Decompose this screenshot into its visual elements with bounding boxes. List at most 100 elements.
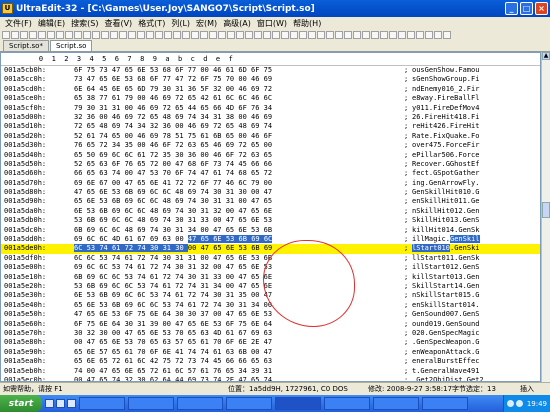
menu-help[interactable]: 帮助(H)	[290, 18, 324, 29]
row-ascii[interactable]: ePillar506.Force	[412, 151, 479, 160]
row-ascii[interactable]: enSkillStart014.	[412, 301, 479, 310]
hex-row[interactable]: 001a5ce0h: 65 38 77 61 79 00 46 69 72 65 …	[1, 94, 540, 103]
hex-byte[interactable]: 6C	[87, 235, 100, 243]
hex-byte[interactable]: 69	[74, 235, 87, 243]
hex-row[interactable]: 001a5d70h: 69 6E 67 00 47 65 6E 41 72 72 …	[1, 179, 540, 188]
row-ascii[interactable]: 020.GenSpecMagic	[412, 329, 479, 338]
row-ascii[interactable]: .GenSpecWeapon.G	[412, 338, 479, 347]
toolbar-button-icon[interactable]	[290, 31, 298, 39]
row-hex-bytes[interactable]: 79 30 31 31 00 46 69 72 65 44 65 66 4D 6…	[74, 104, 404, 113]
row-hex-bytes[interactable]: 65 6E 53 6B 69 6C 6C 53 74 61 72 74 30 3…	[74, 301, 404, 310]
hex-row[interactable]: 001a5d50h: 52 65 63 6F 76 65 72 00 47 68 …	[1, 160, 540, 169]
toolbar-button-icon[interactable]	[2, 31, 10, 39]
row-ascii[interactable]: reHit426.FireHit	[412, 122, 479, 131]
hex-byte[interactable]: 6E	[226, 244, 239, 252]
toolbar-button-icon[interactable]	[119, 31, 127, 39]
menu-view[interactable]: 查看(V)	[101, 18, 135, 29]
toolbar-button-icon[interactable]	[11, 31, 19, 39]
hex-row[interactable]: 001a5ea0h: 65 6E 65 72 61 6C 42 75 72 73 …	[1, 357, 540, 366]
toolbar-button-icon[interactable]	[380, 31, 388, 39]
row-ascii[interactable]: ndEnemy016_2.Fir	[412, 85, 479, 94]
row-ascii[interactable]: lStart010.GenSki	[412, 244, 480, 253]
toolbar-button-icon[interactable]	[65, 31, 73, 39]
toolbar-button-icon[interactable]	[20, 31, 28, 39]
row-hex-bytes[interactable]: 69 6C 6C 53 74 61 72 74 30 31 32 00 47 6…	[74, 263, 404, 272]
app-icon[interactable]: U	[2, 3, 13, 14]
row-ascii[interactable]: 26.FireHit418.Fi	[412, 113, 479, 122]
row-ascii[interactable]: ing.GenArrowFly.	[412, 179, 479, 188]
hex-byte[interactable]: 61	[125, 235, 138, 243]
hex-byte[interactable]: 63	[163, 235, 176, 243]
menu-window[interactable]: 窗口(W)	[254, 18, 290, 29]
hex-byte[interactable]: 31	[162, 244, 176, 253]
row-hex-bytes[interactable]: 6E 53 6B 69 6C 6C 53 74 61 72 74 30 31 3…	[74, 291, 404, 300]
hex-row[interactable]: 001a5e20h: 53 6B 69 6C 6C 53 74 61 72 74 …	[1, 282, 540, 291]
hex-byte[interactable]: 69	[251, 235, 264, 244]
hex-byte[interactable]: 4D	[112, 235, 125, 243]
row-ascii[interactable]: over475.ForceFir	[412, 141, 479, 150]
hex-byte[interactable]: 30	[175, 244, 188, 253]
menu-macro[interactable]: 宏(M)	[193, 18, 220, 29]
row-hex-bytes[interactable]: 6B 69 6C 6C 53 74 61 72 74 30 31 33 00 4…	[74, 273, 404, 282]
toolbar-button-icon[interactable]	[425, 31, 433, 39]
row-hex-bytes[interactable]: 52 65 63 6F 76 65 72 00 47 68 6F 73 74 4…	[74, 160, 404, 169]
hex-row[interactable]: 001a5d80h: 47 65 6E 53 6B 69 6C 6C 48 69 …	[1, 188, 540, 197]
hex-row[interactable]: 001a5e40h: 65 6E 53 6B 69 6C 6C 53 74 61 …	[1, 301, 540, 310]
toolbar-button-icon[interactable]	[191, 31, 199, 39]
row-hex-bytes[interactable]: 47 65 6E 53 6B 69 6C 6C 48 69 74 30 31 3…	[74, 188, 404, 197]
minimize-button[interactable]: _	[505, 2, 518, 15]
hex-row[interactable]: 001a5d00h: 32 36 00 46 69 72 65 48 69 74 …	[1, 113, 540, 122]
row-hex-bytes[interactable]: 65 6E 65 72 61 6C 42 75 72 73 74 45 66 6…	[74, 357, 404, 366]
toolbar-button-icon[interactable]	[218, 31, 226, 39]
row-ascii[interactable]: enWeaponAttack.G	[412, 348, 479, 357]
hex-byte[interactable]: 6C	[74, 244, 87, 253]
toolbar-button-icon[interactable]	[263, 31, 271, 39]
hex-byte[interactable]: 47	[187, 235, 201, 244]
hex-byte[interactable]: 65	[213, 244, 226, 252]
hex-byte[interactable]: 69	[264, 244, 272, 252]
ascii-char[interactable]: 0	[437, 244, 442, 253]
hex-byte[interactable]: 65	[200, 235, 214, 244]
tab-script[interactable]: Script.so	[49, 40, 93, 51]
row-ascii[interactable]: SkillStart14.Gen	[412, 282, 479, 291]
hex-row[interactable]: 001a5e60h: 6F 75 6E 64 30 31 39 00 47 65 …	[1, 320, 540, 329]
hex-row[interactable]: 001a5de0h: 6C 53 74 61 72 74 30 31 30 00 …	[1, 244, 540, 254]
row-ascii[interactable]: enSkillHit011.Ge	[412, 197, 479, 206]
hex-row[interactable]: 001a5db0h: 53 6B 69 6C 6C 48 69 74 30 31 …	[1, 216, 540, 225]
toolbar-button-icon[interactable]	[200, 31, 208, 39]
hex-row[interactable]: 001a5e80h: 00 47 65 6E 53 70 65 63 57 65 …	[1, 338, 540, 347]
row-ascii[interactable]: ound019.GenSound	[412, 320, 479, 329]
row-ascii[interactable]: illStart012.GenS	[412, 263, 479, 272]
row-ascii[interactable]: nSkillHit012.Gen	[412, 207, 479, 216]
toolbar-button-icon[interactable]	[101, 31, 109, 39]
row-ascii[interactable]: eneralBurstEffec	[412, 357, 479, 366]
vertical-scrollbar[interactable]: ▲	[541, 52, 550, 382]
toolbar-button-icon[interactable]	[83, 31, 91, 39]
hex-byte[interactable]: 74	[99, 244, 112, 253]
row-hex-bytes[interactable]: 6F 75 6E 64 30 31 39 00 47 65 6E 53 6F 7…	[74, 320, 404, 329]
toolbar-button-icon[interactable]	[236, 31, 244, 39]
hex-byte[interactable]: 00	[188, 244, 201, 252]
start-button[interactable]: start	[0, 395, 42, 412]
tray-volume-icon[interactable]	[515, 400, 523, 407]
toolbar-button-icon[interactable]	[182, 31, 190, 39]
toolbar-button-icon[interactable]	[38, 31, 46, 39]
hex-byte[interactable]: 6B	[238, 235, 252, 244]
quicklaunch-media-icon[interactable]	[67, 399, 76, 408]
row-ascii[interactable]: GenSkillHit010.G	[412, 188, 479, 197]
row-hex-bytes[interactable]: 6C 6C 53 74 61 72 74 30 31 31 00 47 65 6…	[74, 254, 404, 263]
quicklaunch-ie-icon[interactable]	[45, 399, 54, 408]
row-ascii[interactable]: Recover.GGhostEf	[412, 160, 479, 169]
menu-search[interactable]: 搜索(S)	[68, 18, 101, 29]
hex-row[interactable]: 001a5e30h: 6E 53 6B 69 6C 6C 53 74 61 72 …	[1, 291, 540, 300]
hex-byte[interactable]: 6B	[251, 244, 264, 252]
hex-row[interactable]: 001a5d10h: 72 65 48 69 74 34 32 36 00 46 …	[1, 122, 540, 131]
hex-byte[interactable]: 53	[86, 244, 100, 253]
hex-byte[interactable]: 69	[150, 235, 163, 243]
toolbar-button-icon[interactable]	[209, 31, 217, 39]
toolbar-button-icon[interactable]	[47, 31, 55, 39]
hex-byte[interactable]: 00	[175, 235, 188, 243]
toolbar-button-icon[interactable]	[371, 31, 379, 39]
toolbar-button-icon[interactable]	[146, 31, 154, 39]
ascii-char[interactable]: n	[458, 235, 463, 244]
